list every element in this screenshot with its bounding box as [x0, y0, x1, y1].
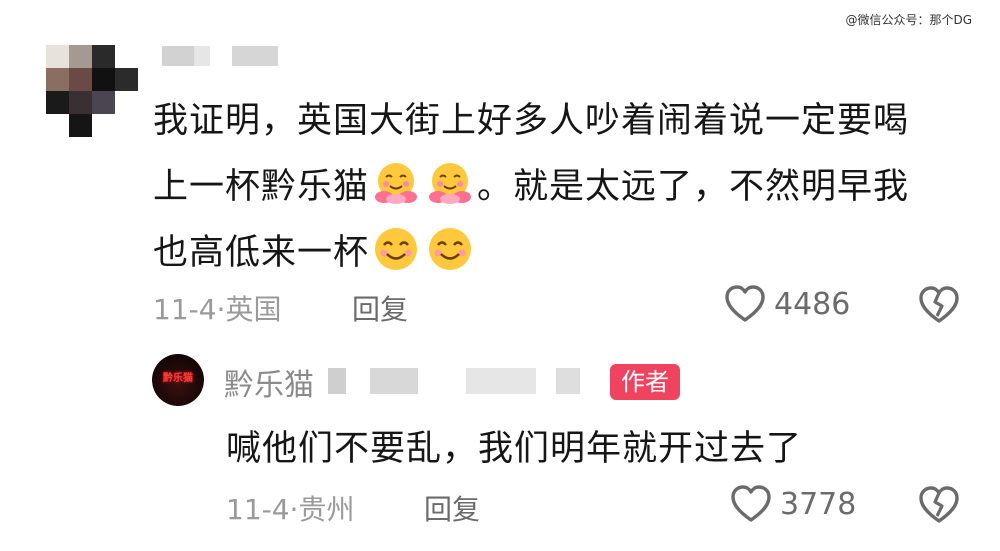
- comment-line: 上一杯黔乐猫 。就是太远了，不然明早我: [153, 154, 958, 220]
- reply-button[interactable]: 回复: [352, 288, 408, 328]
- comment-fragment: 。就是太远了，不然明早我: [477, 167, 910, 207]
- comment-date: 11-4: [153, 293, 217, 326]
- avatar[interactable]: [46, 45, 138, 137]
- comment-line: 也高低来一杯: [153, 220, 958, 286]
- smiling-face-icon: [429, 228, 472, 270]
- username-blurred-part: [466, 368, 536, 394]
- author-avatar[interactable]: 黔乐猫: [152, 354, 204, 406]
- heart-icon: [731, 485, 771, 522]
- username-blurred-part: [556, 368, 580, 394]
- comment-meta: 11-4·英国: [153, 293, 282, 326]
- username-blurred-part: [232, 46, 278, 66]
- like-button[interactable]: 3778: [730, 484, 856, 524]
- broken-heart-icon[interactable]: [918, 285, 960, 325]
- hugging-face-icon: [429, 163, 472, 204]
- comment-line: 我证明，英国大街上好多人吵着闹着说一定要喝: [153, 101, 910, 141]
- like-count: 3778: [780, 486, 857, 522]
- reply-meta: 11-4·贵州: [226, 493, 355, 526]
- heart-icon: [725, 285, 765, 322]
- comment-fragment: 上一杯黔乐猫: [153, 167, 370, 207]
- username-blurred: [328, 368, 346, 394]
- username-blurred-part: [194, 46, 210, 66]
- reply-text: 喊他们不要乱，我们明年就开过去了: [226, 429, 803, 469]
- author-badge: 作者: [610, 364, 680, 400]
- hugging-face-icon: [375, 163, 418, 204]
- username-blurred[interactable]: [162, 46, 194, 66]
- reply-location: 贵州: [298, 493, 355, 526]
- like-count: 4486: [774, 286, 851, 322]
- shop-sign-logo: 黔乐猫: [163, 373, 193, 384]
- watermark: @微信公众号：那个DG: [845, 13, 972, 27]
- reply-date: 11-4: [226, 493, 290, 526]
- smiling-face-icon: [375, 228, 418, 270]
- reply-button[interactable]: 回复: [424, 488, 480, 528]
- broken-heart-icon[interactable]: [918, 485, 960, 525]
- comment-fragment: 也高低来一杯: [153, 233, 370, 273]
- like-button[interactable]: 4486: [724, 284, 850, 324]
- author-name[interactable]: 黔乐猫: [224, 360, 314, 404]
- comment-text: 我证明，英国大街上好多人吵着闹着说一定要喝 上一杯黔乐猫 。就是太远了，不然明早…: [153, 88, 958, 286]
- username-blurred-part: [370, 368, 418, 394]
- comment-location: 英国: [225, 293, 282, 326]
